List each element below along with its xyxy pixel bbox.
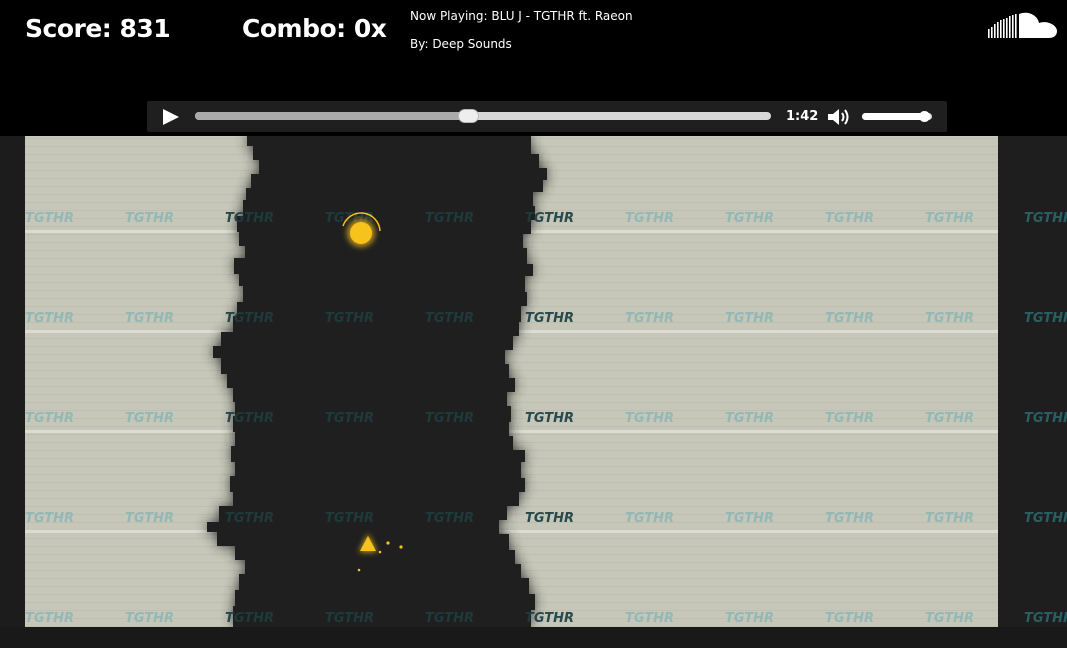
watermark-text: TGTHR [125,511,174,526]
wall-stripe [25,506,998,507]
path-corridor [207,136,547,627]
play-icon[interactable] [161,108,181,126]
watermark-text-dark: TGTHR [325,411,374,426]
watermark-text-margin: TGTHR [1024,311,1067,326]
game-field[interactable]: TGTHR TGTHR TGTHR TGTHR TGTHR TGTHR TGTHR TGTHR… [25,136,998,627]
watermark-text-dark: TGTHR [325,511,374,526]
watermark-text: TGTHR [125,611,174,626]
watermark-text: TGTHR [825,211,874,226]
watermark-text: TGTHR [825,411,874,426]
watermark-text: TGTHR [25,511,74,526]
watermark-text-margin: TGTHR [1024,411,1067,426]
watermark-text-dark: TGTHR [425,611,474,626]
wall-stripe [25,538,998,539]
volume-icon[interactable] [827,107,851,127]
watermark-text-dark: TGTHR [525,411,574,426]
watermark-text: TGTHR [925,611,974,626]
watermark-text: TGTHR [125,311,174,326]
watermark-text-dark: TGTHR [425,311,474,326]
watermark-text: TGTHR [725,411,774,426]
watermark-text: TGTHR [725,211,774,226]
wall-band [25,530,998,533]
watermark-text-margin: TGTHR [1024,511,1067,526]
score-label: Score: 831 [25,14,171,43]
volume-level [862,113,925,120]
watermark-text: TGTHR [625,511,674,526]
watermark-text-margin: TGTHR [1024,211,1067,226]
watermark-text-dark: TGTHR [225,311,274,326]
wall-stripe [25,394,998,395]
watermark-text-dark: TGTHR [225,411,274,426]
wall-stripe [25,402,998,403]
now-playing-label: Now Playing: BLU J - TGTHR ft. Raeon [410,9,633,23]
watermark-text: TGTHR [25,211,74,226]
watermark-text: TGTHR [825,311,874,326]
wall-stripe [25,354,998,355]
watermark-text-dark: TGTHR [325,611,374,626]
watermark-text-dark: TGTHR [425,411,474,426]
watermark-text-dark: TGTHR [525,311,574,326]
volume-slider[interactable] [862,111,932,122]
margin-watermarks: TGTHR TGTHR TGTHR TGTHR TGTHR [1024,211,1067,626]
wall-stripe [25,546,998,547]
watermark-text: TGTHR [25,611,74,626]
volume-handle[interactable] [919,111,931,122]
watermark-text: TGTHR [925,411,974,426]
watermark-text-dark: TGTHR [425,211,474,226]
wall-band [25,430,998,433]
watermark-text: TGTHR [25,311,74,326]
artist-label: By: Deep Sounds [410,37,512,51]
wall-stripe [25,362,998,363]
watermark-text: TGTHR [725,311,774,326]
wall-stripe [25,370,998,371]
game-stage[interactable]: TGTHR TGTHR TGTHR TGTHR TGTHR TGTHR TGTHR TGTHR… [0,136,1067,648]
watermark-text: TGTHR [725,611,774,626]
elapsed-time: 1:42 [786,109,819,124]
watermark-text: TGTHR [25,411,74,426]
watermark-text: TGTHR [725,511,774,526]
watermark-text: TGTHR [625,311,674,326]
bottom-margin [0,627,1067,648]
watermark-text: TGTHR [625,411,674,426]
watermark-text-dark: TGTHR [425,511,474,526]
watermark-text-dark: TGTHR [225,511,274,526]
audio-player: 1:42 [147,101,947,132]
watermark-text: TGTHR [625,211,674,226]
soundcloud-icon[interactable] [986,10,1058,44]
watermark-text: TGTHR [925,511,974,526]
watermark-text: TGTHR [625,611,674,626]
watermark-text-dark: TGTHR [225,611,274,626]
watermark-text-margin: TGTHR [1024,611,1067,626]
seek-bar[interactable] [195,109,771,123]
watermark-text: TGTHR [125,411,174,426]
watermark-text: TGTHR [925,311,974,326]
watermark-text: TGTHR [125,211,174,226]
watermark-text-dark: TGTHR [525,511,574,526]
wall-stripe [25,434,998,435]
watermark-text-dark: TGTHR [325,311,374,326]
watermark-text-dark: TGTHR [525,211,574,226]
combo-label: Combo: 0x [242,14,387,43]
seek-progress [195,112,469,120]
watermark-text-dark: TGTHR [225,211,274,226]
watermark-text: TGTHR [825,611,874,626]
watermark-text: TGTHR [825,511,874,526]
game-hud: Score: 831 Combo: 0x Now Playing: BLU J … [0,0,1067,136]
watermark-text-dark: TGTHR [525,611,574,626]
seek-handle[interactable] [458,109,480,123]
wall-stripe [25,426,998,427]
watermark-text: TGTHR [925,211,974,226]
